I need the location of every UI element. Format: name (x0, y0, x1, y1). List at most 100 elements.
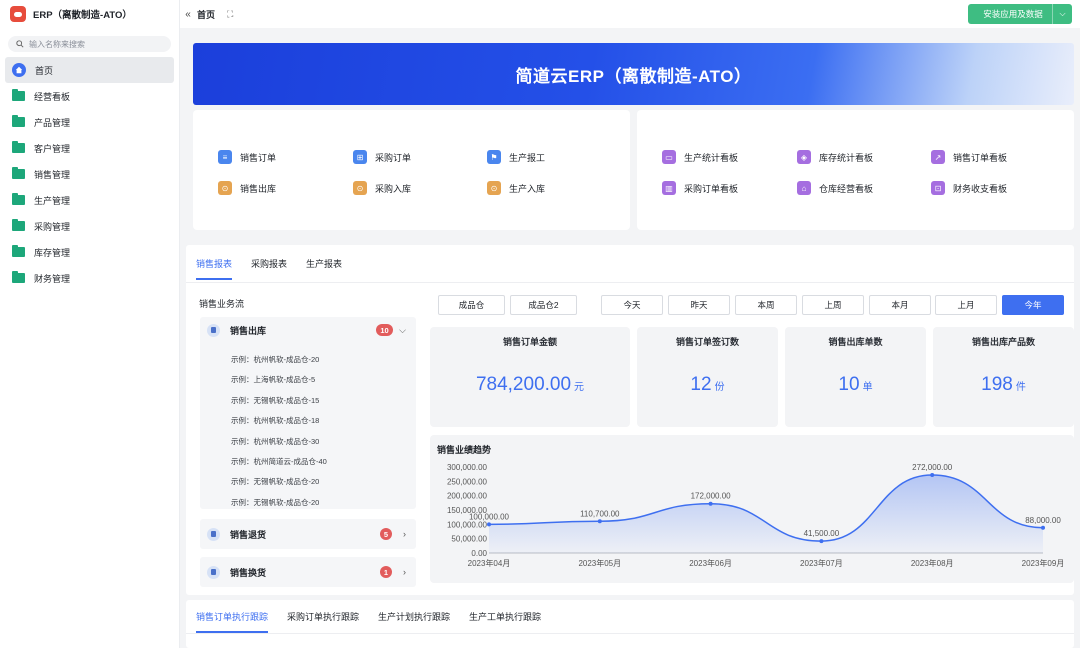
x-tick-label: 2023年05月 (578, 558, 621, 568)
chevron-down-icon[interactable]: ⌵ (399, 325, 406, 336)
list-item[interactable]: 示例：无锡帆软-成品仓-20 (231, 497, 327, 517)
shortcut-production-report[interactable]: ⚑ 生产报工 (487, 150, 545, 164)
sidebar-item-production[interactable]: 生产管理 (0, 187, 179, 213)
search-placeholder: 输入名称来搜索 (29, 39, 85, 49)
stat-value: 784,200.00 元 (430, 374, 630, 396)
tab-purchase-order-tracking[interactable]: 采购订单执行跟踪 (287, 610, 359, 633)
list-item[interactable]: 示例：杭州简道云-成品仓-40 (231, 456, 327, 476)
sales-trend-card: 销售业绩趋势 300,000.00 250,000.00 200,000.00 150… (430, 435, 1074, 583)
tracking-tabs: 销售订单执行跟踪 采购订单执行跟踪 生产计划执行跟踪 生产工单执行跟踪 (196, 610, 541, 633)
warehouse-filter-1[interactable]: 成品仓 (438, 295, 505, 315)
list-item[interactable]: 示例：上海帆软-成品仓-5 (231, 374, 327, 394)
list-item[interactable]: 示例：杭州帆软-成品仓-18 (231, 415, 327, 435)
outbound-icon: ⊙ (218, 181, 232, 195)
shortcut-warehouse-dashboard[interactable]: ⌂ 仓库经营看板 (797, 181, 873, 195)
list-item[interactable]: 示例：无锡帆软-成品仓-20 (231, 476, 327, 496)
shortcut-purchase-inbound[interactable]: ⊙ 采购入库 (353, 181, 411, 195)
flow-exchange[interactable]: 销售换货 1 › (200, 557, 416, 587)
stat-value: 198 件 (933, 374, 1074, 396)
shortcut-card-left: ≡ 销售订单 ⊞ 采购订单 ⚑ 生产报工 ⊙ 销售出库 ⊙ 采购入库 ⊙ 生产入… (193, 110, 630, 230)
period-this-month[interactable]: 本月 (869, 295, 931, 315)
tab-production-report[interactable]: 生产报表 (306, 257, 342, 280)
search-input[interactable]: 输入名称来搜索 (8, 36, 171, 52)
install-app-button[interactable]: 安装应用及数据 ⌵ (968, 4, 1072, 24)
tab-purchase-report[interactable]: 采购报表 (251, 257, 287, 280)
tab-sales-report[interactable]: 销售报表 (196, 257, 233, 280)
shortcut-label: 采购订单 (375, 152, 412, 163)
stat-unit: 件 (1015, 382, 1026, 393)
shortcut-purchase-order[interactable]: ⊞ 采购订单 (353, 150, 411, 164)
sidebar-item-home[interactable]: 首页 (5, 57, 174, 83)
data-point (487, 522, 491, 527)
count-badge: 10 (376, 324, 393, 336)
sidebar-item-sales[interactable]: 销售管理 (0, 161, 179, 187)
stat-label: 销售订单金额 (502, 337, 557, 347)
y-tick-label: 300,000.00 (447, 463, 488, 472)
shortcut-inventory-dashboard[interactable]: ◈ 库存统计看板 (797, 150, 873, 164)
shortcut-sales-order[interactable]: ≡ 销售订单 (218, 150, 276, 164)
sidebar-item-label: 库存管理 (34, 247, 71, 258)
stat-unit: 单 (862, 382, 873, 393)
stat-unit: 份 (714, 382, 725, 393)
period-this-week[interactable]: 本周 (735, 295, 797, 315)
tab-production-plan-tracking[interactable]: 生产计划执行跟踪 (378, 610, 450, 633)
sidebar-item-purchasing[interactable]: 采购管理 (0, 213, 179, 239)
sidebar-item-inventory[interactable]: 库存管理 (0, 239, 179, 265)
data-point (819, 539, 824, 544)
flow-returns[interactable]: 销售退货 5 › (200, 519, 416, 549)
flow-outbound-header[interactable]: 销售出库 10 ⌵ (200, 317, 416, 343)
collapse-sidebar-icon[interactable]: « (180, 9, 196, 20)
period-today[interactable]: 今天 (601, 295, 663, 315)
stat-label: 销售订单签订数 (675, 337, 739, 347)
sales-order-icon: ≡ (218, 150, 232, 164)
sidebar-item-customers[interactable]: 客户管理 (0, 135, 179, 161)
stat-number: 784,200.00 (475, 374, 572, 395)
warehouse-filter-2[interactable]: 成品仓2 (510, 295, 577, 315)
period-last-week[interactable]: 上周 (802, 295, 864, 315)
folder-icon (12, 89, 25, 101)
sidebar-item-products[interactable]: 产品管理 (0, 109, 179, 135)
list-item[interactable]: 示例：杭州帆软-成品仓-30 (231, 436, 327, 456)
shortcut-production-dashboard[interactable]: ▭ 生产统计看板 (662, 150, 738, 164)
sidebar-item-finance[interactable]: 财务管理 (0, 265, 179, 291)
tab-work-order-tracking[interactable]: 生产工单执行跟踪 (469, 610, 541, 633)
document-icon (207, 565, 220, 579)
period-this-year[interactable]: 今年 (1002, 295, 1064, 315)
count-badge: 1 (380, 566, 392, 578)
shortcut-sales-outbound[interactable]: ⊙ 销售出库 (218, 181, 276, 195)
data-label: 100,000.00 (469, 512, 510, 521)
series-area (489, 475, 1043, 553)
data-label: 110,700.00 (580, 509, 620, 518)
folder-icon (12, 115, 25, 127)
sidebar-item-label: 采购管理 (34, 221, 71, 232)
warehouse-icon: ⌂ (797, 181, 811, 195)
fullscreen-icon[interactable]: ⛶ (227, 9, 233, 20)
data-label: 41,500.00 (804, 529, 840, 538)
tab-sales-order-tracking[interactable]: 销售订单执行跟踪 (196, 610, 269, 633)
stat-value: 12 份 (637, 374, 778, 396)
data-label: 172,000.00 (691, 492, 732, 501)
chevron-right-icon[interactable]: › (403, 529, 406, 539)
x-tick-label: 2023年08月 (911, 558, 954, 568)
chevron-right-icon[interactable]: › (403, 567, 406, 577)
list-item[interactable]: 示例：杭州帆软-成品仓-20 (231, 354, 327, 374)
shortcut-sales-order-dashboard[interactable]: ↗ 销售订单看板 (931, 150, 1007, 164)
data-point (1041, 525, 1045, 530)
stat-label: 销售出库单数 (828, 337, 883, 347)
shortcut-finance-dashboard[interactable]: ⊡ 财务收支看板 (931, 181, 1007, 195)
search-icon (16, 40, 24, 48)
list-item[interactable]: 示例：无锡帆软-成品仓-15 (231, 395, 327, 415)
y-tick-label: 50,000.00 (451, 535, 487, 544)
chevron-down-icon[interactable]: ⌵ (1052, 4, 1072, 24)
data-label: 272,000.00 (912, 463, 953, 472)
shortcut-purchase-order-dashboard[interactable]: ▥ 采购订单看板 (662, 181, 738, 195)
shortcut-production-inbound[interactable]: ⊙ 生产入库 (487, 181, 545, 195)
period-last-month[interactable]: 上月 (935, 295, 997, 315)
data-point (597, 519, 602, 524)
period-yesterday[interactable]: 昨天 (668, 295, 730, 315)
x-tick-label: 2023年07月 (800, 558, 843, 568)
sidebar-item-dashboard[interactable]: 经营看板 (0, 83, 179, 109)
sidebar-item-label: 经营看板 (34, 91, 71, 102)
stat-card-outbound-count: 销售出库单数 10 单 (785, 327, 926, 427)
y-tick-label: 100,000.00 (447, 520, 488, 529)
